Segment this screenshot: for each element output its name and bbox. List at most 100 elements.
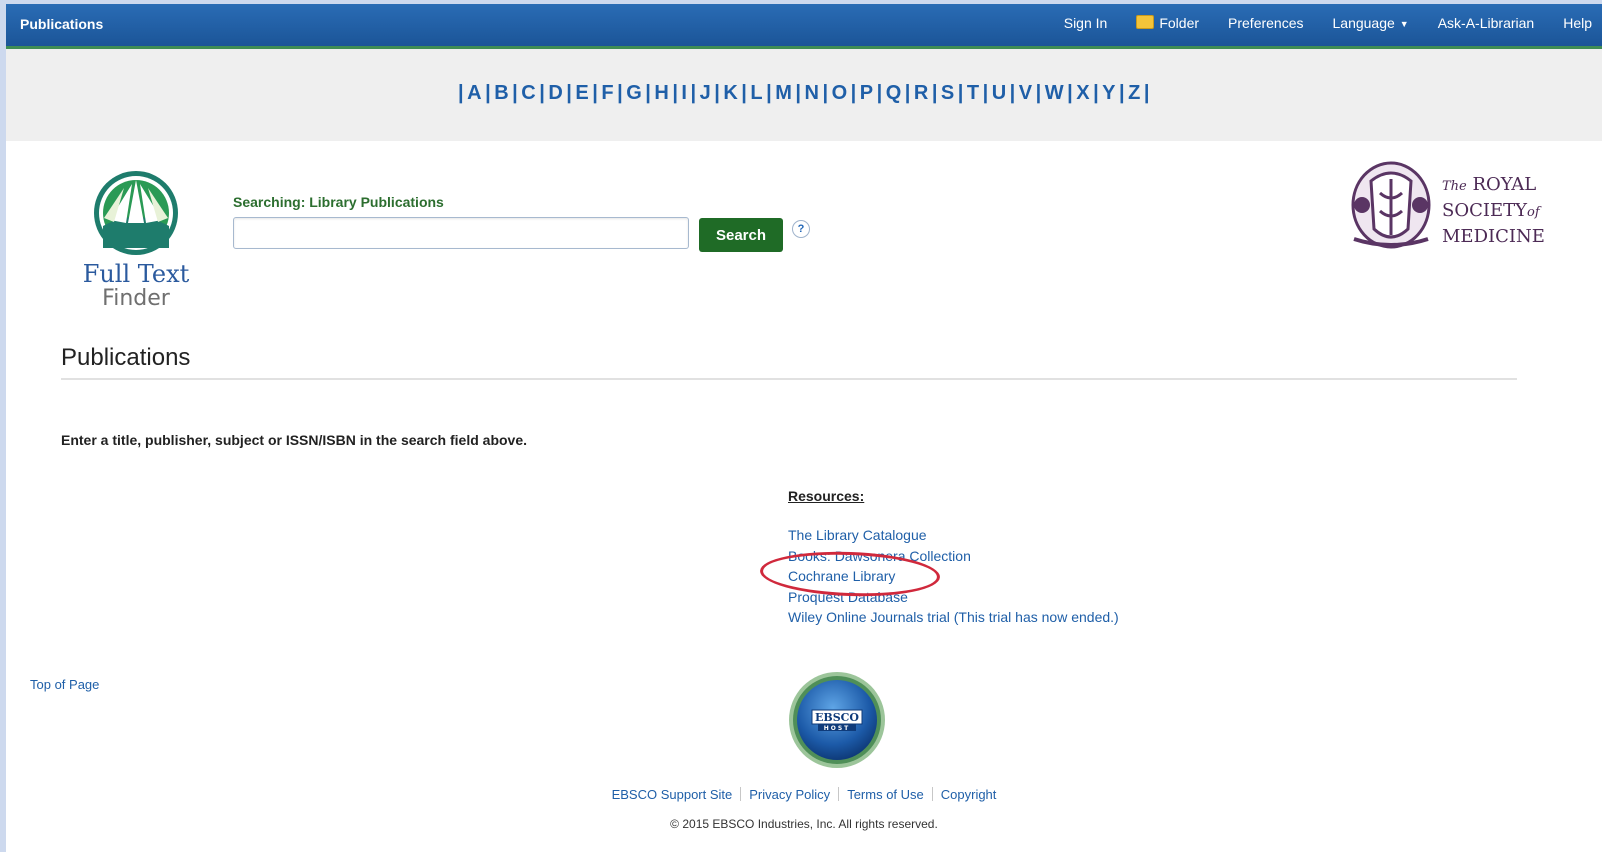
resources-heading: Resources: <box>788 488 865 504</box>
resource-library-catalogue-link[interactable]: The Library Catalogue <box>788 525 1119 546</box>
rsm-royal: ROYAL <box>1472 174 1537 195</box>
alphabet-link-t[interactable]: T <box>967 82 980 104</box>
alphabet-separator: | <box>592 82 599 104</box>
alphabet-link-o[interactable]: O <box>832 82 848 104</box>
ebsco-host-logo: EBSCO HOST <box>788 671 886 769</box>
language-label: Language <box>1332 15 1395 31</box>
alphabet-separator: | <box>1119 82 1126 104</box>
alphabet-link-d[interactable]: D <box>548 82 563 104</box>
alphabet-separator: | <box>1035 82 1042 104</box>
royal-society-text: The ROYAL SOCIETYof MEDICINE <box>1442 173 1545 249</box>
copyright-notice: © 2015 EBSCO Industries, Inc. All rights… <box>670 817 938 831</box>
alphabet-separator: | <box>876 82 883 104</box>
alphabet-separator: | <box>850 82 857 104</box>
alphabet-link-y[interactable]: Y <box>1102 82 1116 104</box>
alphabet-separator: | <box>485 82 492 104</box>
alphabet-link-q[interactable]: Q <box>886 82 902 104</box>
alphabet-link-p[interactable]: P <box>860 82 874 104</box>
alphabet-separator: | <box>1093 82 1100 104</box>
page-title: Publications <box>61 344 191 371</box>
alphabet-separator: | <box>458 82 465 104</box>
alphabet-link-m[interactable]: M <box>775 82 792 104</box>
folder-icon <box>1136 15 1155 29</box>
alphabet-link-s[interactable]: S <box>941 82 955 104</box>
preferences-link[interactable]: Preferences <box>1228 15 1303 31</box>
divider <box>61 378 1517 380</box>
help-icon[interactable]: ? <box>792 220 810 238</box>
alphabet-separator: | <box>566 82 573 104</box>
alphabet-link-z[interactable]: Z <box>1128 82 1141 104</box>
alphabet-link-e[interactable]: E <box>575 82 589 104</box>
top-navigation-bar: Publications Sign In Folder Preferences … <box>6 4 1602 49</box>
alphabet-separator: | <box>904 82 911 104</box>
alphabet-link-r[interactable]: R <box>914 82 929 104</box>
app-title: Publications <box>20 16 104 32</box>
alphabet-separator: | <box>931 82 938 104</box>
privacy-policy-link[interactable]: Privacy Policy <box>741 787 838 802</box>
ebsco-text: EBSCO <box>815 711 859 724</box>
logo-text-full-text: Full Text <box>82 260 190 288</box>
alphabet-link-b[interactable]: B <box>494 82 509 104</box>
footer-links: EBSCO Support Site Privacy Policy Terms of… <box>6 787 1602 802</box>
terms-of-use-link[interactable]: Terms of Use <box>839 787 932 802</box>
alphabet-separator: | <box>741 82 748 104</box>
rsm-the: The <box>1442 179 1467 194</box>
alphabet-link-f[interactable]: F <box>601 82 614 104</box>
alphabet-link-k[interactable]: K <box>723 82 738 104</box>
alphabet-separator: | <box>1009 82 1016 104</box>
alphabet-separator: | <box>822 82 829 104</box>
alphabet-separator: | <box>714 82 721 104</box>
alphabet-separator: | <box>1067 82 1074 104</box>
language-menu[interactable]: Language ▼ <box>1333 15 1409 31</box>
alphabet-link-n[interactable]: N <box>805 82 820 104</box>
logo-text-finder: Finder <box>102 286 170 311</box>
search-button[interactable]: Search <box>699 218 783 252</box>
host-text: HOST <box>824 725 851 732</box>
chevron-down-icon: ▼ <box>1399 19 1409 29</box>
alphabet-link-x[interactable]: X <box>1076 82 1090 104</box>
crest-icon <box>1351 161 1431 249</box>
alphabet-separator: | <box>512 82 519 104</box>
resource-wiley-trial-link[interactable]: Wiley Online Journals trial (This trial … <box>788 607 1119 628</box>
alphabet-link-a[interactable]: A <box>467 82 482 104</box>
full-text-finder-logo: Full Text Finder <box>76 168 196 313</box>
sign-in-link[interactable]: Sign In <box>1064 15 1108 31</box>
alphabet-separator: | <box>766 82 773 104</box>
royal-society-of-medicine-logo: The ROYAL SOCIETYof MEDICINE <box>1346 159 1556 251</box>
alphabet-link-u[interactable]: U <box>992 82 1007 104</box>
alphabet-separator: | <box>1143 82 1150 104</box>
top-of-page-link[interactable]: Top of Page <box>30 677 99 692</box>
alphabet-separator: | <box>795 82 802 104</box>
alphabet-link-v[interactable]: V <box>1019 82 1033 104</box>
alphabet-link-c[interactable]: C <box>521 82 536 104</box>
alphabet-links: | A | B | C | D | E | F | G | H | I | J | K | L | M | N | O | P | Q | R | S | T… <box>6 82 1602 105</box>
alphabet-link-g[interactable]: G <box>626 82 642 104</box>
rsm-society: SOCIETY <box>1442 200 1527 221</box>
searching-label: Searching: Library Publications <box>233 194 444 210</box>
full-text-finder-icon <box>94 171 178 255</box>
top-nav: Sign In Folder Preferences Language ▼ Ask… <box>1064 15 1602 31</box>
help-link[interactable]: Help <box>1563 15 1592 31</box>
ebsco-support-site-link[interactable]: EBSCO Support Site <box>604 787 741 802</box>
alphabet-link-h[interactable]: H <box>654 82 669 104</box>
alphabet-separator: | <box>645 82 652 104</box>
alphabet-separator: | <box>617 82 624 104</box>
alphabet-separator: | <box>982 82 989 104</box>
search-input[interactable] <box>233 217 689 249</box>
ask-a-librarian-link[interactable]: Ask-A-Librarian <box>1438 15 1534 31</box>
search-instructions: Enter a title, publisher, subject or ISS… <box>61 432 528 448</box>
alphabet-link-w[interactable]: W <box>1045 82 1064 104</box>
ebsco-globe-icon: EBSCO HOST <box>789 672 885 768</box>
alphabet-bar: | A | B | C | D | E | F | G | H | I | J | K | L | M | N | O | P | Q | R | S | T… <box>6 49 1602 141</box>
copyright-link[interactable]: Copyright <box>933 787 1005 802</box>
alphabet-link-l[interactable]: L <box>750 82 763 104</box>
folder-link[interactable]: Folder <box>1136 15 1199 31</box>
alphabet-separator: | <box>957 82 964 104</box>
alphabet-link-i[interactable]: I <box>681 82 687 104</box>
alphabet-separator: | <box>672 82 679 104</box>
rsm-medicine: MEDICINE <box>1442 226 1545 247</box>
page-frame: Publications Sign In Folder Preferences … <box>6 4 1602 852</box>
folder-label: Folder <box>1159 15 1200 31</box>
alphabet-separator: | <box>539 82 546 104</box>
alphabet-link-j[interactable]: J <box>700 82 712 104</box>
